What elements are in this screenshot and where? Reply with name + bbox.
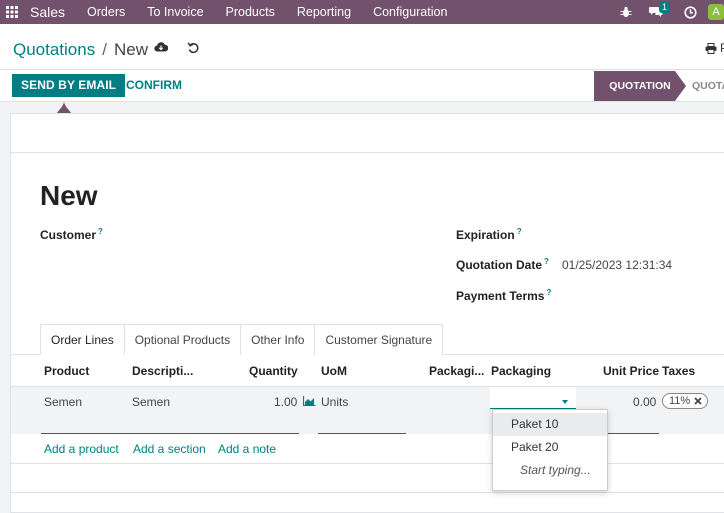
apps-menu-icon[interactable] (0, 0, 24, 24)
app-name[interactable]: Sales (30, 4, 65, 20)
menu-products[interactable]: Products (226, 5, 275, 19)
add-note-link[interactable]: Add a note (218, 442, 276, 456)
packaging-option-paket-20[interactable]: Paket 20 (493, 436, 607, 459)
row-description[interactable]: Semen (132, 395, 170, 409)
status-quotation[interactable]: QUOTATION (594, 71, 686, 101)
expiration-help-icon[interactable]: ? (517, 227, 522, 236)
chat-icon[interactable]: 1 (644, 0, 670, 24)
menu-reporting[interactable]: Reporting (297, 5, 351, 19)
print-button[interactable]: P (705, 41, 724, 55)
packaging-dropdown: Paket 10 Paket 20 Start typing... (492, 409, 608, 491)
breadcrumb-separator: / (102, 40, 107, 59)
notebook-tabs: Order Lines Optional Products Other Info… (40, 324, 444, 355)
col-uom[interactable]: UoM (321, 364, 347, 378)
packaging-input[interactable] (490, 387, 576, 409)
row-quantity[interactable]: 1.00 (274, 395, 297, 409)
customer-label: Customer? (40, 227, 103, 242)
tab-customer-signature[interactable]: Customer Signature (314, 324, 444, 355)
chat-badge: 1 (658, 2, 670, 13)
breadcrumb-quotations[interactable]: Quotations (13, 40, 95, 60)
row-unit-price[interactable]: 0.00 (633, 395, 656, 409)
record-title: New (40, 180, 98, 211)
send-by-email-button[interactable]: SEND BY EMAIL (12, 74, 126, 97)
debug-bug-icon[interactable] (614, 0, 638, 24)
status-quotation-sent[interactable]: QUOTA (692, 71, 724, 101)
col-packaging[interactable]: Packaging (491, 364, 551, 378)
form-sheet: New Customer? Expiration? Quotation Date… (10, 113, 724, 513)
quotation-date-help-icon[interactable]: ? (544, 257, 549, 266)
sheet-divider (11, 152, 724, 153)
col-quantity[interactable]: Quantity (249, 364, 298, 378)
add-section-link[interactable]: Add a section (133, 442, 206, 456)
tax-tag: 11% (662, 393, 709, 409)
packaging-start-typing-hint: Start typing... (520, 463, 591, 477)
top-navbar: Sales Orders To Invoice Products Reporti… (0, 0, 724, 24)
tab-optional-products[interactable]: Optional Products (123, 324, 242, 355)
activity-clock-icon[interactable] (678, 0, 702, 24)
customer-help-icon[interactable]: ? (98, 227, 103, 236)
menu-to-invoice[interactable]: To Invoice (147, 5, 203, 19)
packaging-option-paket-10[interactable]: Paket 10 (493, 413, 607, 436)
customer-label-text: Customer (40, 228, 97, 242)
col-description[interactable]: Descripti... (132, 364, 193, 378)
add-product-link[interactable]: Add a product (44, 442, 119, 456)
breadcrumb-current: New (113, 40, 148, 59)
menu-orders[interactable]: Orders (87, 5, 125, 19)
forecast-chart-icon[interactable] (303, 396, 316, 406)
table-row[interactable] (11, 387, 724, 434)
packaging-caret-icon[interactable] (562, 400, 568, 404)
col-taxes[interactable]: Taxes (662, 364, 695, 378)
print-label: P (719, 41, 724, 55)
tax-tag-label: 11% (669, 395, 691, 407)
product-field-underline (41, 433, 299, 434)
table-footer-divider (11, 463, 724, 464)
discard-undo-icon[interactable] (187, 41, 201, 55)
expiration-label-text: Expiration (456, 228, 515, 242)
breadcrumb: Quotations / New (13, 40, 148, 60)
price-field-underline (608, 433, 659, 434)
col-unit-price[interactable]: Unit Price (603, 364, 659, 378)
quotation-date-label: Quotation Date? (456, 257, 549, 272)
expiration-label: Expiration? (456, 227, 522, 242)
print-icon (705, 42, 717, 54)
col-product[interactable]: Product (44, 364, 89, 378)
uom-field-underline (318, 433, 406, 434)
action-bar: SEND BY EMAIL CONFIRM QUOTATION QUOTA (0, 70, 724, 102)
tab-other-info[interactable]: Other Info (240, 324, 316, 355)
quotation-date-label-text: Quotation Date (456, 258, 542, 272)
control-panel: Quotations / New P (0, 24, 724, 70)
payment-terms-label-text: Payment Terms (456, 289, 545, 303)
quotation-date-field[interactable]: 01/25/2023 12:31:34 (562, 258, 672, 272)
confirm-button[interactable]: CONFIRM (120, 74, 188, 97)
payment-terms-label: Payment Terms? (456, 288, 551, 303)
menu-configuration[interactable]: Configuration (373, 5, 447, 19)
payment-terms-help-icon[interactable]: ? (546, 288, 551, 297)
cloud-save-icon[interactable] (154, 41, 169, 55)
table-footer-divider-2 (11, 492, 724, 493)
row-uom[interactable]: Units (321, 395, 348, 409)
row-product[interactable]: Semen (44, 395, 82, 409)
col-packaging-qty[interactable]: Packagi... (429, 364, 484, 378)
tab-order-lines[interactable]: Order Lines (40, 324, 125, 355)
user-avatar[interactable]: A (708, 4, 724, 20)
tax-remove-icon[interactable] (694, 397, 702, 405)
